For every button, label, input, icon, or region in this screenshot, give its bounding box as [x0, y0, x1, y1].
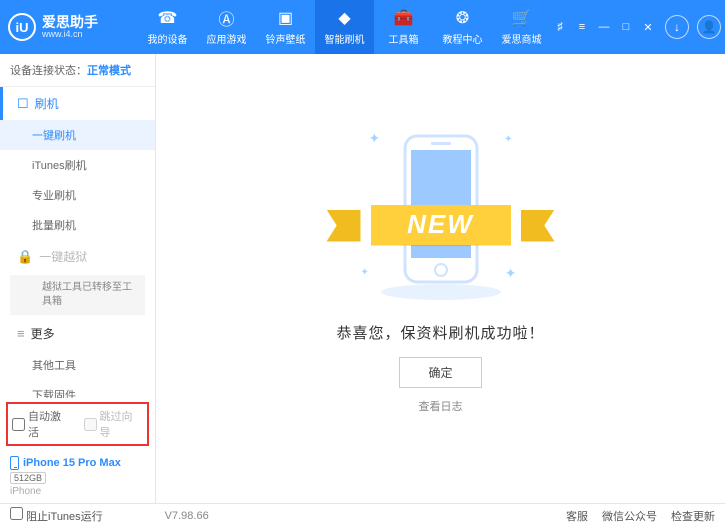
app-logo: iU 爱思助手 www.i4.cn	[8, 13, 138, 41]
sidebar-item-oneclick[interactable]: 一键刷机	[0, 120, 155, 150]
footer: 阻止iTunes运行 V7.98.66 客服 微信公众号 检查更新	[0, 503, 725, 527]
success-message: 恭喜您，保资料刷机成功啦！	[336, 322, 544, 343]
flash-icon: ◆	[335, 8, 355, 28]
sidebar-item-download-fw[interactable]: 下载固件	[0, 380, 155, 398]
toolbox-icon: 🧰	[394, 8, 414, 28]
block-itunes-checkbox[interactable]: 阻止iTunes运行	[10, 507, 103, 524]
sparkle-icon: ✦	[505, 265, 517, 282]
window-controls: ♯ ≡ — □ ✕ ↓ 👤	[551, 15, 721, 39]
book-icon: ❂	[453, 8, 473, 28]
device-capacity: 512GB	[10, 472, 46, 484]
device-phone-icon	[10, 456, 19, 470]
apps-icon: Ⓐ	[217, 8, 237, 28]
flash-group-icon: ☐	[17, 96, 29, 112]
brand-url: www.i4.cn	[42, 29, 98, 39]
success-illustration: ✦ ✦ ✦ ✦ NEW	[351, 124, 531, 304]
more-icon: ≡	[17, 326, 25, 341]
sparkle-icon: ✦	[504, 134, 512, 145]
sidebar-item-othertools[interactable]: 其他工具	[0, 350, 155, 380]
nav-store[interactable]: 🛒爱思商城	[492, 0, 551, 54]
maximize-icon[interactable]: □	[617, 18, 635, 36]
minimize-icon[interactable]: —	[595, 18, 613, 36]
sidebar-group-more[interactable]: ≡更多	[0, 317, 155, 350]
version-label: V7.98.66	[165, 510, 209, 522]
skin-icon[interactable]: ≡	[573, 18, 591, 36]
view-log-link[interactable]: 查看日志	[419, 398, 463, 414]
device-info: iPhone 15 Pro Max 512GB iPhone	[0, 450, 155, 503]
brand-name: 爱思助手	[42, 15, 98, 29]
footer-link-update[interactable]: 检查更新	[671, 508, 715, 524]
user-button[interactable]: 👤	[697, 15, 721, 39]
options-box: 自动激活 跳过向导	[6, 402, 149, 446]
phone-icon: ☎	[158, 8, 178, 28]
sidebar: 设备连接状态：正常模式 ☐刷机 一键刷机 iTunes刷机 专业刷机 批量刷机 …	[0, 54, 156, 503]
app-header: iU 爱思助手 www.i4.cn ☎我的设备 Ⓐ应用游戏 ▣铃声壁纸 ◆智能刷…	[0, 0, 725, 54]
sidebar-item-itunes[interactable]: iTunes刷机	[0, 150, 155, 180]
new-ribbon: NEW	[327, 202, 555, 248]
lock-icon: 🔒	[17, 249, 33, 265]
auto-activate-checkbox[interactable]: 自动激活	[12, 408, 72, 440]
skip-guide-checkbox[interactable]: 跳过向导	[84, 408, 144, 440]
footer-link-support[interactable]: 客服	[566, 508, 588, 524]
image-icon: ▣	[276, 8, 296, 28]
close-icon[interactable]: ✕	[639, 18, 657, 36]
device-name: iPhone 15 Pro Max	[23, 457, 121, 469]
logo-icon: iU	[8, 13, 36, 41]
device-type: iPhone	[10, 486, 145, 497]
nav-my-device[interactable]: ☎我的设备	[138, 0, 197, 54]
jailbreak-note: 越狱工具已转移至工具箱	[10, 275, 145, 315]
nav-ringtones[interactable]: ▣铃声壁纸	[256, 0, 315, 54]
footer-link-wechat[interactable]: 微信公众号	[602, 508, 657, 524]
sidebar-item-pro[interactable]: 专业刷机	[0, 180, 155, 210]
sidebar-item-batch[interactable]: 批量刷机	[0, 210, 155, 240]
nav-toolbox[interactable]: 🧰工具箱	[374, 0, 433, 54]
cart-icon: 🛒	[512, 8, 532, 28]
sidebar-group-flash[interactable]: ☐刷机	[0, 87, 155, 120]
sparkle-icon: ✦	[369, 130, 381, 147]
nav-smart-flash[interactable]: ◆智能刷机	[315, 0, 374, 54]
top-nav: ☎我的设备 Ⓐ应用游戏 ▣铃声壁纸 ◆智能刷机 🧰工具箱 ❂教程中心 🛒爱思商城	[138, 0, 551, 54]
nav-apps-games[interactable]: Ⓐ应用游戏	[197, 0, 256, 54]
main-content: ✦ ✦ ✦ ✦ NEW 恭喜您，保资料刷机成功啦！ 确定 查看日志	[156, 54, 725, 503]
nav-tutorials[interactable]: ❂教程中心	[433, 0, 492, 54]
ok-button[interactable]: 确定	[399, 357, 481, 388]
menu-icon[interactable]: ♯	[551, 18, 569, 36]
sparkle-icon: ✦	[361, 267, 369, 278]
device-status: 设备连接状态：正常模式	[0, 54, 155, 87]
sidebar-group-jailbreak: 🔒一键越狱	[0, 240, 155, 273]
download-button[interactable]: ↓	[665, 15, 689, 39]
